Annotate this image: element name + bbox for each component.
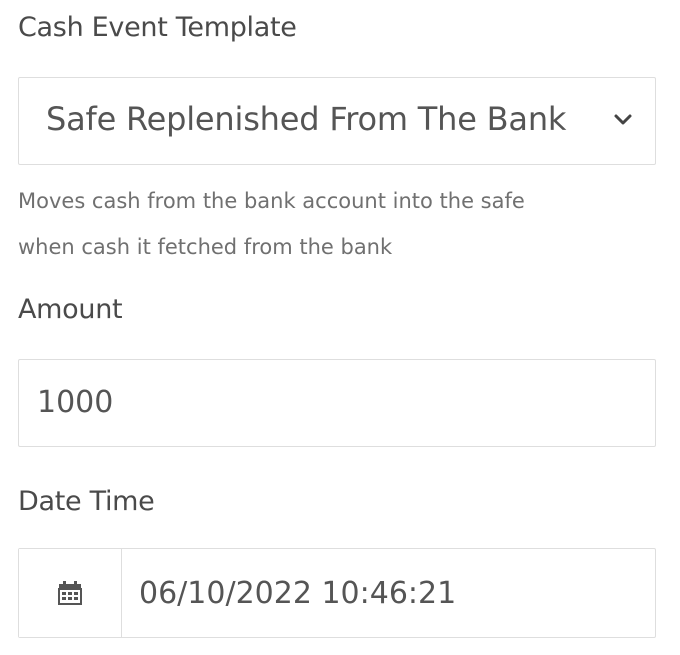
- date-time-label: Date Time: [18, 486, 155, 517]
- calendar-icon: [58, 581, 82, 605]
- cash-event-template-help: Moves cash from the bank account into th…: [18, 178, 658, 270]
- amount-input[interactable]: 1000: [18, 359, 656, 447]
- date-time-value[interactable]: 06/10/2022 10:46:21: [139, 576, 456, 611]
- help-text-line-2: when cash it fetched from the bank: [18, 235, 393, 259]
- amount-value: 1000: [37, 385, 114, 420]
- amount-label: Amount: [18, 294, 123, 325]
- chevron-down-icon: [614, 114, 632, 125]
- cash-event-template-value: Safe Replenished From The Bank: [46, 100, 567, 138]
- date-picker-button[interactable]: [19, 549, 122, 637]
- cash-event-template-select[interactable]: Safe Replenished From The Bank: [18, 77, 656, 165]
- help-text-line-1: Moves cash from the bank account into th…: [18, 189, 525, 213]
- cash-event-template-label: Cash Event Template: [18, 12, 297, 43]
- date-time-input-group: 06/10/2022 10:46:21: [18, 548, 656, 638]
